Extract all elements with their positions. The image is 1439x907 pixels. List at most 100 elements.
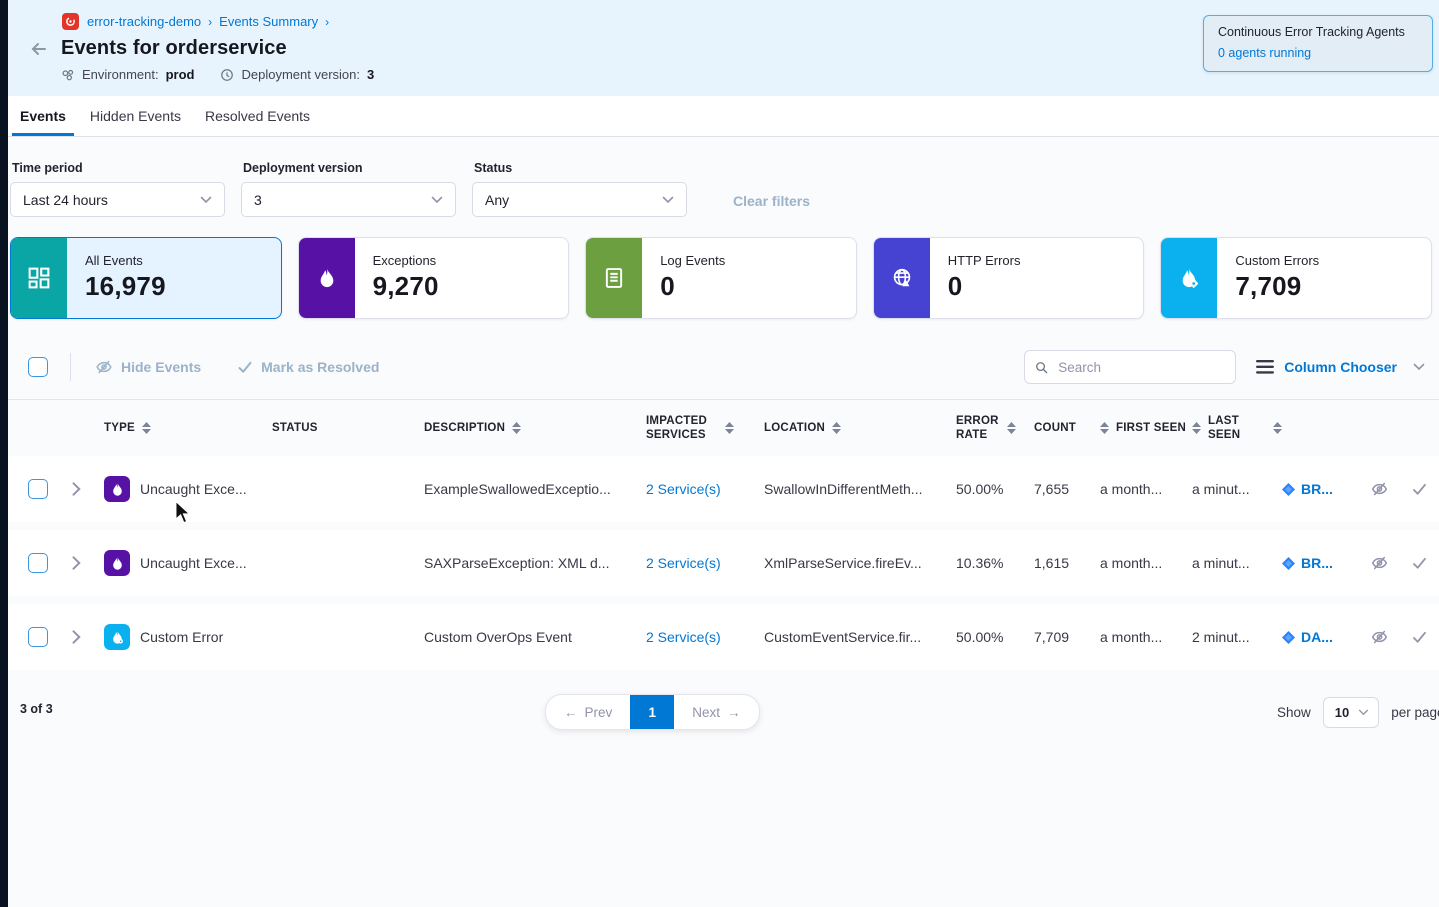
ticket-label: BR... (1301, 555, 1333, 571)
time-period-select[interactable]: Last 24 hours (10, 182, 225, 217)
impacted-services-link[interactable]: 2 Service(s) (646, 629, 764, 645)
last-seen-cell: a minut... (1192, 481, 1282, 497)
status-select[interactable]: Any (472, 182, 687, 217)
check-icon (237, 359, 253, 375)
search-icon (1035, 360, 1048, 375)
card-all-events[interactable]: All Events 16,979 (10, 237, 282, 319)
filter-bar: Time period Last 24 hours Deployment ver… (8, 161, 1439, 217)
clear-filters-button[interactable]: Clear filters (733, 193, 810, 209)
breadcrumb-separator: › (208, 15, 212, 29)
back-arrow-icon[interactable] (28, 38, 50, 60)
page-size-value: 10 (1335, 705, 1349, 720)
expand-chevron-icon[interactable] (72, 482, 104, 496)
deployment-version-filter-value: 3 (254, 192, 262, 208)
breadcrumb-page-link[interactable]: Events Summary (219, 14, 318, 29)
card-value: 16,979 (85, 271, 166, 302)
card-log-events[interactable]: Log Events 0 (585, 237, 857, 319)
sort-icon[interactable] (1273, 422, 1282, 434)
search-input[interactable] (1056, 359, 1225, 376)
jira-ticket-link[interactable]: DA... (1282, 629, 1366, 645)
sort-icon[interactable] (832, 422, 841, 434)
tab-resolved-events[interactable]: Resolved Events (197, 96, 318, 136)
hide-event-icon[interactable] (1370, 629, 1389, 645)
deployment-version-label: Deployment version: (241, 67, 360, 82)
column-header-status: STATUS (272, 421, 424, 435)
description-cell: Custom OverOps Event (424, 629, 646, 645)
column-label: COUNT (1034, 421, 1076, 435)
description-cell: SAXParseException: XML d... (424, 555, 646, 571)
table-row[interactable]: Custom Error Custom OverOps Event 2 Serv… (8, 604, 1439, 670)
sort-icon[interactable] (1192, 422, 1201, 434)
card-label: HTTP Errors (948, 253, 1021, 268)
resolve-check-icon[interactable] (1411, 629, 1428, 645)
event-type-label: Uncaught Exce... (140, 481, 247, 497)
time-period-value: Last 24 hours (23, 192, 108, 208)
sort-icon[interactable] (1007, 422, 1016, 434)
mark-resolved-button[interactable]: Mark as Resolved (237, 359, 379, 375)
impacted-services-link[interactable]: 2 Service(s) (646, 481, 764, 497)
select-all-checkbox[interactable] (28, 357, 48, 377)
jira-ticket-link[interactable]: BR... (1282, 481, 1366, 497)
sort-icon[interactable] (142, 422, 151, 434)
next-arrow-icon: → (727, 705, 741, 720)
results-summary: 3 of 3 (20, 702, 53, 716)
location-cell: SwallowInDifferentMeth... (764, 481, 956, 497)
row-checkbox[interactable] (28, 627, 48, 647)
column-header-error-rate: ERROR RATE (956, 414, 1034, 443)
event-type-flame-icon (104, 550, 130, 576)
filter-status: Status Any (472, 161, 687, 217)
next-label: Next (692, 705, 720, 720)
expand-chevron-icon[interactable] (72, 630, 104, 644)
page-header: error-tracking-demo › Events Summary › E… (8, 0, 1439, 96)
card-http-errors[interactable]: HTTP Errors 0 (873, 237, 1145, 319)
hide-event-icon[interactable] (1370, 555, 1389, 571)
tab-hidden-events[interactable]: Hidden Events (82, 96, 189, 136)
card-exceptions[interactable]: Exceptions 9,270 (298, 237, 570, 319)
first-seen-cell: a month... (1100, 555, 1192, 571)
resolve-check-icon[interactable] (1411, 555, 1428, 571)
next-page-button[interactable]: Next → (674, 695, 758, 729)
chevron-down-icon (662, 196, 674, 204)
column-chooser-button[interactable]: Column Chooser (1256, 359, 1425, 375)
hide-events-button[interactable]: Hide Events (95, 359, 201, 375)
impacted-services-link[interactable]: 2 Service(s) (646, 555, 764, 571)
column-chooser-label: Column Chooser (1284, 359, 1397, 375)
show-label: Show (1277, 705, 1311, 720)
pagination-bar: 3 of 3 ← Prev 1 Next → Show 10 per page (8, 694, 1439, 730)
table-header-row: TYPE STATUS DESCRIPTION IMPACTED SERVICE… (8, 400, 1439, 456)
card-value: 0 (660, 271, 725, 302)
deployment-version-filter-label: Deployment version (243, 161, 456, 175)
jira-ticket-link[interactable]: BR... (1282, 555, 1366, 571)
table-row[interactable]: Uncaught Exce... SAXParseException: XML … (8, 530, 1439, 596)
hide-event-icon[interactable] (1370, 481, 1389, 497)
row-checkbox[interactable] (28, 479, 48, 499)
deployment-version-select[interactable]: 3 (241, 182, 456, 217)
table-row[interactable]: Uncaught Exce... ExampleSwallowedExcepti… (8, 456, 1439, 522)
prev-page-button[interactable]: ← Prev (546, 695, 630, 729)
resolve-check-icon[interactable] (1411, 481, 1428, 497)
last-seen-cell: a minut... (1192, 555, 1282, 571)
eye-slash-icon (95, 359, 113, 375)
card-custom-errors[interactable]: Custom Errors 7,709 (1160, 237, 1432, 319)
expand-chevron-icon[interactable] (72, 556, 104, 570)
card-value: 7,709 (1235, 271, 1319, 302)
page-size-select[interactable]: 10 (1323, 697, 1379, 728)
breadcrumb-project-link[interactable]: error-tracking-demo (87, 14, 201, 29)
tab-events[interactable]: Events (12, 96, 74, 136)
sort-icon[interactable] (1100, 422, 1109, 434)
chevron-down-icon (431, 196, 443, 204)
events-content: Time period Last 24 hours Deployment ver… (8, 137, 1439, 730)
column-label: DESCRIPTION (424, 421, 505, 435)
column-header-first-seen: FIRST SEEN (1100, 421, 1192, 435)
events-table: TYPE STATUS DESCRIPTION IMPACTED SERVICE… (8, 399, 1439, 670)
sort-icon[interactable] (725, 422, 734, 434)
page-number-button[interactable]: 1 (630, 695, 674, 729)
collapsed-sidebar-strip (0, 0, 8, 907)
deployment-version-icon (220, 68, 234, 82)
flame-icon (299, 238, 355, 318)
sort-icon[interactable] (512, 422, 521, 434)
error-tracking-logo-icon (62, 13, 79, 30)
column-label: IMPACTED SERVICES (646, 414, 718, 443)
agents-running-link[interactable]: 0 agents running (1218, 46, 1311, 60)
row-checkbox[interactable] (28, 553, 48, 573)
